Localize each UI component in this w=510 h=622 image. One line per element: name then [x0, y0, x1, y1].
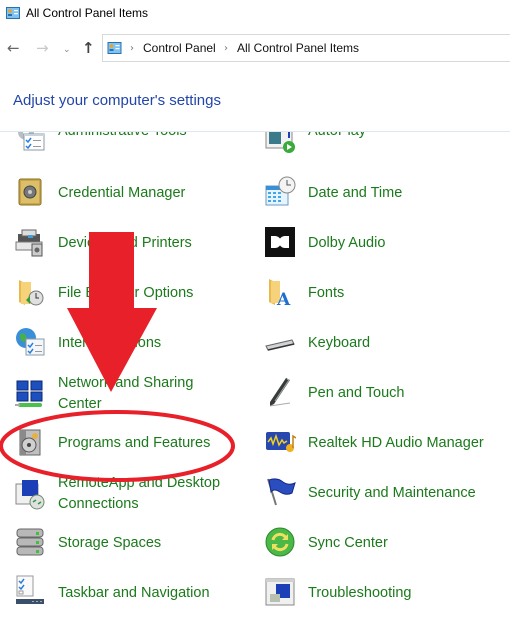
item-label: File Explorer Options [58, 285, 194, 301]
item-remoteapp-desktop-connections[interactable]: RemoteApp and Desktop Connections [0, 470, 245, 518]
realtek-audio-icon [266, 432, 296, 452]
title-bar: All Control Panel Items [0, 0, 510, 28]
taskbar-navigation-icon [16, 575, 44, 604]
item-label: Internet Options [58, 335, 162, 351]
item-autoplay[interactable]: AutoPlay [250, 132, 495, 166]
breadcrumb-control-panel[interactable]: Control Panel [143, 41, 216, 55]
control-panel-icon [107, 42, 122, 54]
item-label-line2: Center [58, 396, 102, 412]
up-button[interactable]: ↑ [82, 38, 95, 58]
item-label: AutoPlay [308, 132, 366, 142]
item-pen-and-touch[interactable]: Pen and Touch [250, 370, 495, 416]
item-date-and-time[interactable]: Date and Time [250, 170, 495, 216]
item-security-and-maintenance[interactable]: Security and Maintenance [250, 470, 495, 516]
window-title: All Control Panel Items [26, 6, 149, 20]
item-taskbar-and-navigation[interactable]: Taskbar and Navigation [0, 570, 245, 616]
item-label: Administrative Tools [58, 132, 187, 142]
item-realtek-hd-audio-manager[interactable]: Realtek HD Audio Manager [250, 420, 495, 466]
item-programs-and-features[interactable]: Programs and Features [0, 420, 245, 466]
item-label: Programs and Features [58, 435, 211, 451]
date-time-icon [265, 176, 296, 206]
administrative-tools-icon [18, 132, 45, 151]
item-file-explorer-options[interactable]: File Explorer Options [0, 270, 245, 316]
item-label: Devices and Printers [58, 235, 192, 251]
forward-button[interactable]: → [36, 38, 49, 58]
breadcrumb-separator[interactable]: › [224, 43, 228, 54]
dolby-audio-icon [265, 227, 295, 257]
address-bar[interactable]: › Control Panel › All Control Panel Item… [102, 34, 510, 62]
network-sharing-icon [15, 380, 43, 407]
item-label: Taskbar and Navigation [58, 585, 210, 601]
breadcrumb-all-items[interactable]: All Control Panel Items [237, 41, 359, 55]
storage-spaces-icon [16, 528, 44, 556]
item-label: Realtek HD Audio Manager [308, 435, 484, 451]
item-network-and-sharing-center[interactable]: Network and Sharing Center [0, 370, 245, 418]
item-label: Date and Time [308, 185, 403, 201]
item-sync-center[interactable]: Sync Center [250, 520, 495, 566]
back-button[interactable]: ← [7, 38, 20, 58]
item-internet-options[interactable]: Internet Options [0, 320, 245, 366]
item-storage-spaces[interactable]: Storage Spaces [0, 520, 245, 566]
credential-manager-icon [18, 178, 42, 206]
programs-features-icon [19, 429, 41, 456]
item-label: Troubleshooting [308, 585, 412, 601]
item-label: Credential Manager [58, 185, 186, 201]
item-label-line2: Connections [58, 496, 139, 512]
file-explorer-options-icon [19, 280, 44, 306]
item-fonts[interactable]: A Fonts [250, 270, 495, 316]
troubleshooting-icon [265, 578, 295, 606]
remoteapp-icon [15, 480, 45, 510]
internet-options-icon [16, 328, 45, 356]
item-label: Storage Spaces [58, 535, 162, 551]
item-label: Fonts [308, 285, 345, 301]
item-credential-manager[interactable]: Credential Manager [0, 170, 245, 216]
item-troubleshooting[interactable]: Troubleshooting [250, 570, 495, 616]
pen-touch-icon [269, 378, 291, 407]
item-keyboard[interactable]: Keyboard [250, 320, 495, 366]
control-panel-items: Administrative Tools Credential Manager … [0, 132, 510, 622]
security-maintenance-icon [267, 478, 296, 506]
item-label: Sync Center [308, 535, 388, 551]
item-label: Keyboard [308, 335, 371, 351]
item-label: RemoteApp and Desktop [58, 475, 221, 491]
sync-center-icon [265, 527, 295, 557]
devices-printers-icon [15, 229, 43, 257]
fonts-icon: A [269, 279, 291, 308]
item-label: Network and Sharing [58, 375, 194, 391]
control-panel-icon [6, 7, 20, 19]
item-dolby-audio[interactable]: Dolby Audio [250, 220, 495, 266]
keyboard-icon [265, 339, 295, 351]
recent-locations-button[interactable]: ⌄ [63, 40, 71, 60]
item-administrative-tools[interactable]: Administrative Tools [0, 132, 245, 166]
item-label: Security and Maintenance [308, 485, 476, 501]
breadcrumb-separator[interactable]: › [130, 43, 134, 54]
item-label: Dolby Audio [308, 235, 386, 251]
item-label: Pen and Touch [308, 385, 405, 401]
page-heading: Adjust your computer's settings [13, 92, 221, 109]
autoplay-icon [265, 132, 295, 153]
svg-text:A: A [276, 290, 291, 308]
item-devices-and-printers[interactable]: Devices and Printers [0, 220, 245, 266]
